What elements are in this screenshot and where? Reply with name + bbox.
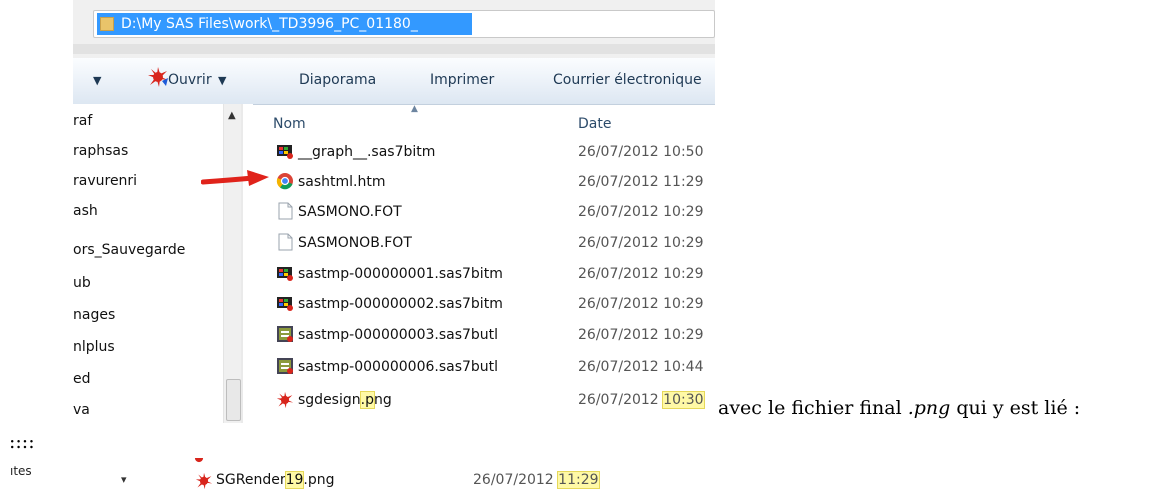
sas-bitmap-icon [277, 267, 293, 281]
chrome-html-icon [276, 173, 293, 190]
caption-text: avec le fichier final .png qui y est lié… [718, 397, 1081, 419]
toolbar: ▼ Ouvrir ▼ Diaporama Imprimer Courrier é… [73, 58, 715, 105]
second-screenshot: ıtes ▾ SGRender19.png 26/07/2012 11:29 [0, 458, 650, 497]
sas-splat-icon [194, 458, 204, 463]
nav-item[interactable]: ed [73, 371, 91, 387]
chevron-down-icon[interactable]: ▾ [121, 473, 127, 486]
file-name: sastmp-000000006.sas7butl [298, 359, 499, 375]
file-date: 26/07/2012 11:29 [473, 471, 600, 489]
file-date: 26/07/2012 10:44 [578, 359, 704, 375]
sas-splat-icon [148, 67, 168, 87]
colons-text: :::: [9, 431, 35, 453]
file-name: sashtml.htm [298, 174, 386, 190]
file-date: 26/07/2012 10:29 [578, 296, 704, 312]
email-button[interactable]: Courrier électronique [553, 72, 702, 88]
slideshow-button[interactable]: Diaporama [299, 72, 376, 88]
print-button[interactable]: Imprimer [430, 72, 494, 88]
file-date: 26/07/2012 10:50 [578, 144, 704, 160]
scroll-thumb[interactable] [226, 379, 241, 421]
file-name: sastmp-000000002.sas7bitm [298, 296, 503, 312]
sas-bitmap-icon [277, 297, 293, 311]
address-bar: D:\My SAS Files\work\_TD3996_PC_01180_ [73, 0, 715, 58]
highlight-marker: 11:29 [557, 471, 600, 489]
file-date: 26/07/2012 11:29 [578, 174, 704, 190]
sas-splat-icon [276, 391, 294, 409]
explorer-screenshot: D:\My SAS Files\work\_TD3996_PC_01180_ ▼… [73, 0, 715, 423]
column-header-name[interactable]: Nom [273, 116, 306, 132]
sas-bitmap-icon [277, 145, 293, 159]
nav-item[interactable]: ıtes [10, 464, 32, 478]
highlight-marker: 19 [284, 471, 305, 489]
highlight-marker: .p [359, 391, 375, 409]
file-name: SASMONO.FOT [298, 204, 402, 220]
red-arrow-annotation [201, 170, 269, 186]
file-name: sgdesign.png [298, 391, 392, 409]
nav-item[interactable]: ravurenri [73, 173, 137, 189]
nav-item[interactable]: nages [73, 307, 115, 323]
chevron-down-icon[interactable]: ▼ [93, 74, 101, 87]
nav-item[interactable]: raphsas [73, 143, 128, 159]
nav-item[interactable]: ub [73, 275, 91, 291]
nav-item[interactable]: ors_Sauvegarde [73, 242, 185, 258]
open-button[interactable]: Ouvrir [168, 72, 212, 88]
file-name: SASMONOB.FOT [298, 235, 412, 251]
file-name: sastmp-000000001.sas7bitm [298, 266, 503, 282]
nav-scrollbar[interactable]: ▲ [223, 104, 242, 423]
file-name: sastmp-000000003.sas7butl [298, 327, 499, 343]
nav-item[interactable]: nlplus [73, 339, 115, 355]
column-header-date[interactable]: Date [578, 116, 611, 132]
sas-utility-icon [277, 326, 293, 342]
chevron-down-icon[interactable]: ▼ [218, 74, 226, 87]
file-name: __graph__.sas7bitm [298, 144, 436, 160]
sas-splat-icon [195, 472, 213, 490]
file-date: 26/07/2012 10:29 [578, 266, 704, 282]
nav-item[interactable]: ash [73, 203, 98, 219]
blank-file-icon [278, 202, 293, 220]
file-date: 26/07/2012 10:29 [578, 235, 704, 251]
sas-utility-icon [277, 358, 293, 374]
file-name: SGRender19.png [216, 471, 335, 489]
file-date: 26/07/2012 10:29 [578, 204, 704, 220]
address-path[interactable]: D:\My SAS Files\work\_TD3996_PC_01180_ [97, 13, 472, 35]
nav-item[interactable]: raf [73, 113, 92, 129]
file-date: 26/07/2012 10:30 [578, 391, 705, 409]
blank-file-icon [278, 233, 293, 251]
folder-icon [100, 17, 114, 31]
file-date: 26/07/2012 10:29 [578, 327, 704, 343]
sort-indicator-icon: ▲ [411, 104, 418, 114]
scroll-up-icon[interactable]: ▲ [228, 110, 236, 121]
highlight-marker: 10:30 [662, 391, 705, 409]
nav-item[interactable]: va [73, 402, 90, 418]
